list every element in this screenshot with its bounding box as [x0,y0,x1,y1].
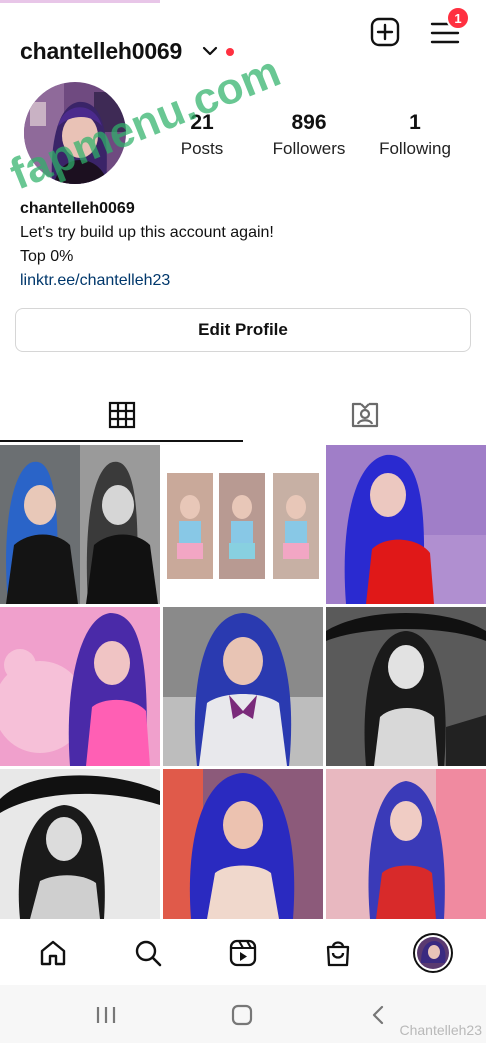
post-thumbnail [0,769,160,919]
bio-text-line-1: Let's try build up this account again! [20,224,274,241]
grid-post-3[interactable] [326,445,486,604]
posts-count: 21 [190,111,214,134]
tab-tagged[interactable] [243,388,486,442]
system-home-button[interactable] [222,1001,262,1029]
grid-post-4[interactable] [0,607,160,766]
grid-icon [108,401,135,429]
unread-dot [226,48,234,56]
post-thumbnail [0,445,160,604]
shop-icon [326,941,349,967]
grid-post-8[interactable] [163,769,323,919]
home-square-icon [231,1004,253,1026]
nav-shop[interactable] [314,929,362,977]
post-thumbnail [0,607,160,766]
bottom-navigation [0,925,486,981]
back-icon [372,1005,384,1025]
active-tab-indicator [0,440,243,442]
recents-icon [96,1007,116,1023]
nav-profile[interactable] [409,929,457,977]
post-thumbnail [326,445,486,604]
tagged-icon [351,402,378,428]
edit-profile-button[interactable]: Edit Profile [15,308,471,352]
following-stat[interactable]: 1 Following [360,110,470,162]
system-back-button[interactable] [358,1001,398,1029]
posts-label: Posts [180,139,224,158]
profile-username[interactable]: chantelleh0069 [20,38,182,65]
grid-post-7[interactable] [0,769,160,919]
following-count: 1 [409,111,421,134]
post-thumbnail [163,445,323,604]
nav-reels[interactable] [219,929,267,977]
grid-post-6[interactable] [326,607,486,766]
post-thumbnail [163,769,323,919]
tab-posts-grid[interactable] [0,388,243,442]
followers-label: Followers [272,139,346,158]
home-icon [41,940,66,966]
grid-post-5[interactable] [163,607,323,766]
reels-icon [229,939,257,967]
top-edge-decoration [0,0,160,3]
followers-stat[interactable]: 896 Followers [254,110,364,162]
notification-badge: 1 [446,6,470,30]
followers-count: 896 [291,111,327,134]
post-thumbnail [326,769,486,919]
following-label: Following [379,139,451,158]
create-post-icon[interactable] [370,17,400,47]
posts-grid [0,445,486,920]
bio-name: chantelleh0069 [20,200,135,217]
search-icon [135,940,162,967]
grid-post-2[interactable] [163,445,323,604]
nav-home[interactable] [29,929,77,977]
bio-text-line-2: Top 0% [20,248,74,265]
image-credit: Chantelleh23 [399,1022,482,1038]
nav-search[interactable] [124,929,172,977]
avatar-photo [24,82,126,184]
profile-avatar[interactable] [24,82,126,184]
post-thumbnail [326,607,486,766]
grid-post-9[interactable] [326,769,486,919]
grid-post-1[interactable] [0,445,160,604]
post-thumbnail [163,607,323,766]
bio-link[interactable]: linktr.ee/chantelleh23 [20,272,170,290]
posts-stat[interactable]: 21 Posts [147,110,257,162]
profile-avatar-icon [412,933,453,973]
chevron-down-icon[interactable] [201,42,219,60]
system-recents-button[interactable] [86,1001,126,1029]
